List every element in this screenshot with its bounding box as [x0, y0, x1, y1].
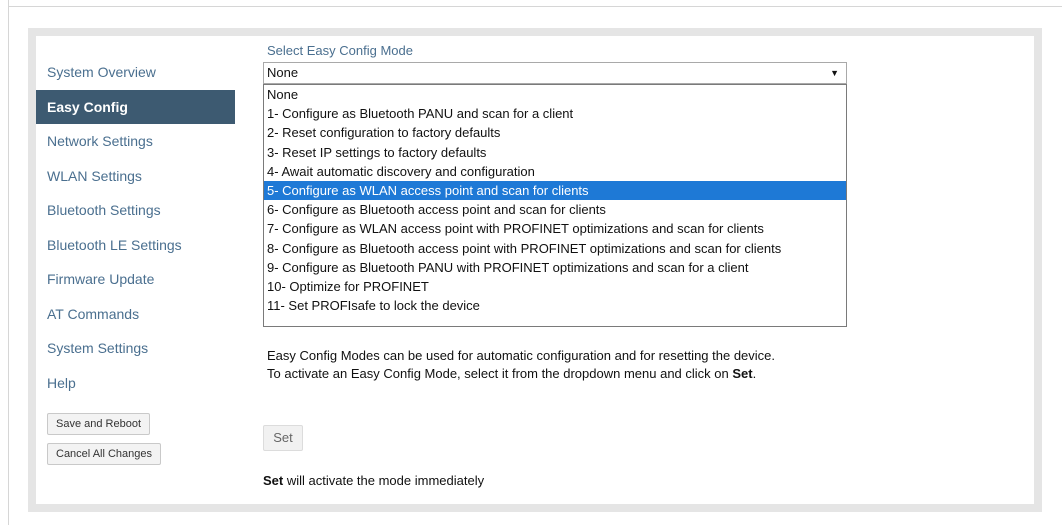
set-button[interactable]: Set: [263, 425, 303, 451]
dropdown-option[interactable]: 8- Configure as Bluetooth access point w…: [264, 239, 846, 258]
app-shell: System Overview Easy Config Network Sett…: [28, 28, 1042, 512]
dropdown-option[interactable]: 3- Reset IP settings to factory defaults: [264, 143, 846, 162]
sidebar-item-wlan-settings[interactable]: WLAN Settings: [36, 159, 235, 193]
dropdown-option[interactable]: 6- Configure as Bluetooth access point a…: [264, 200, 846, 219]
set-note: Set will activate the mode immediately: [263, 473, 485, 488]
sidebar-item-firmware-update[interactable]: Firmware Update: [36, 262, 235, 296]
cancel-all-changes-button[interactable]: Cancel All Changes: [47, 443, 162, 465]
sidebar-item-help[interactable]: Help: [36, 366, 235, 400]
easy-config-mode-select[interactable]: None ▼: [263, 62, 847, 84]
save-and-reboot-button[interactable]: Save and Reboot: [47, 413, 151, 435]
sidebar-item-bluetooth-settings[interactable]: Bluetooth Settings: [36, 193, 235, 227]
dropdown-option[interactable]: 5- Configure as WLAN access point and sc…: [264, 180, 846, 201]
sidebar-item-easy-config[interactable]: Easy Config: [36, 90, 235, 124]
select-current-value: None: [267, 65, 299, 80]
dropdown-option[interactable]: None: [264, 85, 846, 104]
dropdown-option[interactable]: 4- Await automatic discovery and configu…: [264, 162, 846, 181]
dropdown-option[interactable]: 1- Configure as Bluetooth PANU and scan …: [264, 104, 846, 123]
sidebar-item-system-settings[interactable]: System Settings: [36, 331, 235, 365]
page-border-left: [8, 0, 9, 525]
dropdown-option[interactable]: 2- Reset configuration to factory defaul…: [264, 123, 846, 142]
sidebar-item-at-commands[interactable]: AT Commands: [36, 297, 235, 331]
description-line-1: Easy Config Modes can be used for automa…: [267, 348, 776, 363]
easy-config-mode-label: Select Easy Config Mode: [267, 43, 413, 58]
content-card: System Overview Easy Config Network Sett…: [36, 36, 1034, 504]
description-line-2: To activate an Easy Config Mode, select …: [267, 366, 757, 381]
easy-config-description: Easy Config Modes can be used for automa…: [267, 347, 775, 383]
dropdown-option[interactable]: 10- Optimize for PROFINET: [264, 277, 846, 296]
page-border-top: [8, 6, 1062, 7]
sidebar-item-system-overview[interactable]: System Overview: [36, 55, 235, 89]
sidebar-item-bluetooth-le-settings[interactable]: Bluetooth LE Settings: [36, 228, 235, 262]
dropdown-option[interactable]: 7- Configure as WLAN access point with P…: [264, 219, 846, 238]
dropdown-option[interactable]: 9- Configure as Bluetooth PANU with PROF…: [264, 258, 846, 277]
dropdown-option[interactable]: 11- Set PROFIsafe to lock the device: [264, 296, 846, 315]
easy-config-mode-dropdown-list: None 1- Configure as Bluetooth PANU and s…: [263, 84, 847, 327]
dropdown-arrow-icon: ▼: [830, 68, 839, 78]
sidebar: System Overview Easy Config Network Sett…: [36, 36, 235, 504]
sidebar-item-network-settings[interactable]: Network Settings: [36, 124, 235, 158]
